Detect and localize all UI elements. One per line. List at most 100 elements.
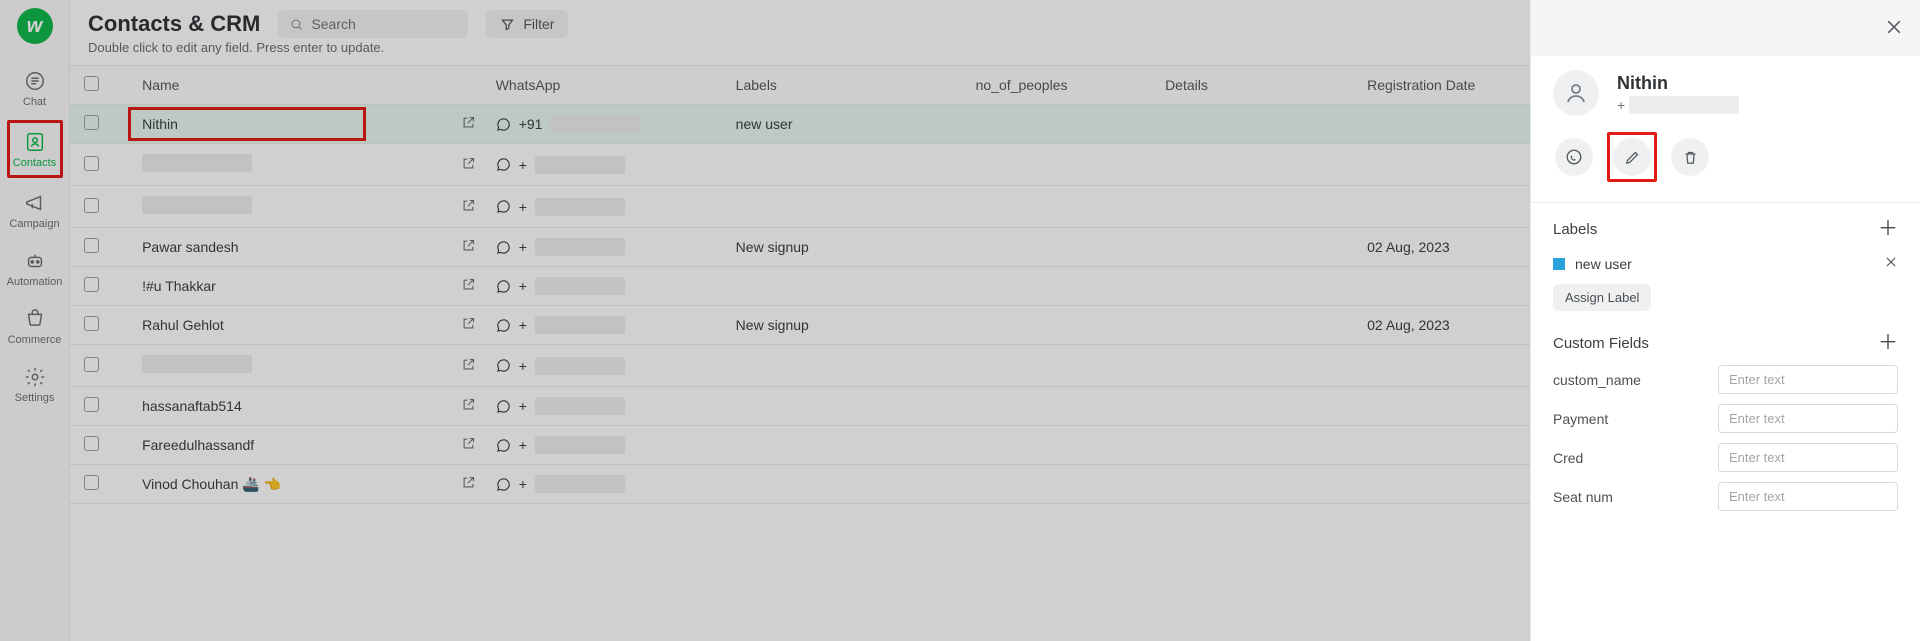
table-header-row: Name WhatsApp Labels no_of_peoples Detai… <box>70 66 1530 105</box>
whatsapp-icon <box>496 399 511 414</box>
table-row[interactable]: Fareedulhassandf+ <box>70 426 1530 465</box>
page-header: Contacts & CRM Filter <box>70 0 1530 40</box>
table-row[interactable]: + <box>70 144 1530 186</box>
wa-number-redacted <box>535 198 625 216</box>
custom-field-input[interactable] <box>1718 482 1898 511</box>
row-checkbox[interactable] <box>84 238 99 253</box>
custom-field-row: Cred <box>1553 443 1898 472</box>
table-row[interactable]: Pawar sandesh+New signup02 Aug, 2023 <box>70 228 1530 267</box>
nav-label-campaign: Campaign <box>9 218 59 230</box>
row-checkbox[interactable] <box>84 115 99 130</box>
table-row[interactable]: + <box>70 345 1530 387</box>
col-details[interactable]: Details <box>1151 66 1353 105</box>
table-row[interactable]: + <box>70 186 1530 228</box>
add-custom-field-button[interactable]: ＋ <box>1878 333 1898 353</box>
custom-field-label: Seat num <box>1553 489 1613 505</box>
page-subhead: Double click to edit any field. Press en… <box>70 40 1530 65</box>
table-row[interactable]: Rahul Gehlot+New signup02 Aug, 2023 <box>70 306 1530 345</box>
page-title: Contacts & CRM <box>88 11 260 37</box>
search-box[interactable] <box>278 10 468 38</box>
row-checkbox[interactable] <box>84 475 99 490</box>
nav-item-campaign[interactable]: Campaign <box>7 184 63 236</box>
pencil-icon <box>1624 149 1641 166</box>
row-checkbox[interactable] <box>84 357 99 372</box>
open-contact-button[interactable] <box>461 238 476 256</box>
nav-item-chat[interactable]: Chat <box>7 62 63 114</box>
open-contact-button[interactable] <box>461 198 476 216</box>
row-checkbox[interactable] <box>84 397 99 412</box>
select-all-checkbox[interactable] <box>84 76 99 91</box>
cell-whatsapp: + <box>496 436 708 454</box>
add-label-button[interactable]: ＋ <box>1878 219 1898 239</box>
trash-icon <box>1682 149 1699 166</box>
nav-item-automation[interactable]: Automation <box>7 242 63 294</box>
open-contact-button[interactable] <box>461 475 476 493</box>
nav-item-settings[interactable]: Settings <box>7 358 63 410</box>
col-registration-date[interactable]: Registration Date <box>1353 66 1530 105</box>
wa-prefix: +91 <box>519 116 543 132</box>
wa-prefix: + <box>519 239 527 255</box>
close-panel-button[interactable] <box>1884 17 1904 40</box>
open-contact-button[interactable] <box>461 156 476 174</box>
label-chip-row: new user <box>1553 251 1898 284</box>
col-name[interactable]: Name <box>128 66 482 105</box>
assign-label-button[interactable]: Assign Label <box>1553 284 1651 311</box>
delete-contact-button[interactable] <box>1671 138 1709 176</box>
custom-field-input[interactable] <box>1718 365 1898 394</box>
col-labels[interactable]: Labels <box>722 66 962 105</box>
nav-item-contacts[interactable]: Contacts <box>7 120 63 178</box>
table-row[interactable]: !#u Thakkar+ <box>70 267 1530 306</box>
cell-whatsapp: +91 <box>496 115 708 133</box>
whatsapp-icon <box>496 117 511 132</box>
row-checkbox[interactable] <box>84 316 99 331</box>
wa-number-redacted <box>535 436 625 454</box>
table-row[interactable]: hassanaftab514+ <box>70 387 1530 426</box>
nav-label-contacts: Contacts <box>13 157 56 169</box>
filter-button[interactable]: Filter <box>486 10 568 38</box>
cell-name: !#u Thakkar <box>142 278 216 294</box>
cell-name-redacted <box>142 154 252 172</box>
open-contact-button[interactable] <box>461 277 476 295</box>
labels-section-head: Labels ＋ <box>1553 219 1898 239</box>
whatsapp-icon <box>1565 148 1583 166</box>
row-checkbox[interactable] <box>84 198 99 213</box>
panel-whatsapp-button[interactable] <box>1555 138 1593 176</box>
row-checkbox[interactable] <box>84 436 99 451</box>
open-contact-button[interactable] <box>461 115 476 133</box>
custom-field-label: Payment <box>1553 411 1608 427</box>
cell-whatsapp: + <box>496 156 708 174</box>
custom-fields-title: Custom Fields <box>1553 335 1649 352</box>
whatsapp-icon <box>496 438 511 453</box>
wa-number-redacted <box>535 475 625 493</box>
open-external-icon <box>461 316 476 331</box>
row-checkbox[interactable] <box>84 277 99 292</box>
open-contact-button[interactable] <box>461 397 476 415</box>
cell-whatsapp: + <box>496 357 708 375</box>
edit-contact-button[interactable] <box>1613 138 1651 176</box>
table-row[interactable]: Nithin+91new user <box>70 105 1530 144</box>
open-contact-button[interactable] <box>461 436 476 454</box>
remove-label-button[interactable] <box>1884 255 1898 272</box>
search-input[interactable] <box>311 16 456 32</box>
table-row[interactable]: Vinod Chouhan 🚢 👈+ <box>70 465 1530 504</box>
cell-labels: New signup <box>736 239 809 255</box>
cell-labels: new user <box>736 116 793 132</box>
open-contact-button[interactable] <box>461 316 476 334</box>
contact-phone-redacted <box>1629 96 1739 114</box>
row-checkbox[interactable] <box>84 156 99 171</box>
custom-field-input[interactable] <box>1718 404 1898 433</box>
col-whatsapp[interactable]: WhatsApp <box>482 66 722 105</box>
cell-name-redacted <box>142 196 252 214</box>
nav-label-chat: Chat <box>23 96 46 108</box>
wa-number-redacted <box>535 277 625 295</box>
col-no-of-peoples[interactable]: no_of_peoples <box>962 66 1151 105</box>
custom-field-row: custom_name <box>1553 365 1898 394</box>
custom-field-input[interactable] <box>1718 443 1898 472</box>
wa-number-redacted <box>535 156 625 174</box>
whatsapp-icon <box>496 157 511 172</box>
wa-prefix: + <box>519 398 527 414</box>
nav-label-automation: Automation <box>7 276 63 288</box>
open-contact-button[interactable] <box>461 357 476 375</box>
nav-item-commerce[interactable]: Commerce <box>7 300 63 352</box>
avatar <box>1553 70 1599 116</box>
